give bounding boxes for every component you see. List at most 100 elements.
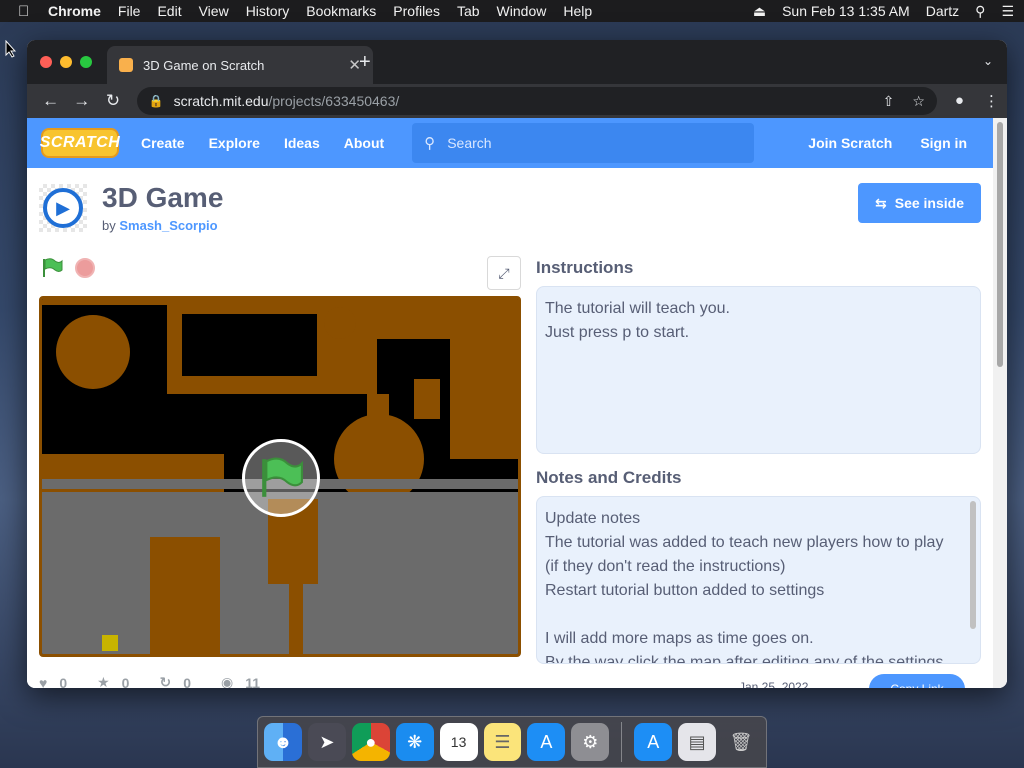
- launchpad-icon[interactable]: ➤: [307, 723, 346, 761]
- green-flag-icon: [262, 457, 303, 497]
- search-input[interactable]: ⚲ Search: [412, 123, 755, 163]
- nav-ideas[interactable]: Ideas: [284, 135, 320, 151]
- notes-heading: Notes and Credits: [536, 468, 682, 487]
- favorite-count: 0: [121, 674, 130, 689]
- eject-icon[interactable]: ⏏: [753, 3, 766, 20]
- nav-create[interactable]: Create: [141, 135, 185, 151]
- calendar-icon[interactable]: 13: [439, 723, 478, 761]
- forward-icon[interactable]: →: [66, 91, 97, 111]
- menu-view[interactable]: View: [199, 3, 229, 19]
- author-link[interactable]: Smash_Scorpio: [119, 218, 217, 233]
- bookmark-star-icon[interactable]: ☆: [912, 93, 925, 110]
- green-flag-icon[interactable]: [41, 258, 63, 278]
- system-preferences-icon[interactable]: ⚙: [571, 723, 610, 761]
- control-center-icon[interactable]: ☰: [1001, 3, 1014, 20]
- instructions-line: The tutorial will teach you.: [545, 300, 730, 317]
- nav-about[interactable]: About: [344, 135, 384, 151]
- project-info: Instructions The tutorial will teach you…: [536, 258, 981, 664]
- fullscreen-icon: ⤢: [498, 264, 510, 281]
- trash-icon[interactable]: 🗑: [722, 723, 760, 761]
- back-icon[interactable]: ←: [35, 91, 66, 111]
- menu-profiles[interactable]: Profiles: [393, 3, 440, 19]
- browser-tab[interactable]: 3D Game on Scratch ✕: [107, 46, 373, 84]
- notes-line: By the way click the map after editing a…: [545, 654, 948, 664]
- search-placeholder: Search: [447, 135, 492, 151]
- dock-separator: [621, 722, 623, 762]
- menu-file[interactable]: File: [118, 3, 141, 19]
- scratch-favicon-icon: [119, 58, 133, 72]
- url-path: /projects/633450463/: [268, 93, 400, 109]
- notes-app-icon[interactable]: ☰: [483, 723, 522, 761]
- notes-box[interactable]: Update notes The tutorial was added to t…: [536, 496, 981, 664]
- scratch-logo[interactable]: SCRATCH: [40, 128, 120, 158]
- chrome-icon[interactable]: ●: [351, 723, 390, 761]
- love-stat[interactable]: ♥ 0: [39, 674, 68, 689]
- macos-menubar:  Chrome File Edit View History Bookmark…: [0, 0, 1024, 22]
- start-overlay-button[interactable]: [242, 439, 320, 517]
- browser-window: 3D Game on Scratch ✕ + ⌄ ← → ↻ 🔒 scratch…: [27, 40, 1007, 688]
- more-menu-icon[interactable]: ⋮: [984, 92, 999, 110]
- reload-icon[interactable]: ↻: [97, 91, 128, 111]
- by-label: by: [102, 218, 116, 233]
- menu-tab[interactable]: Tab: [457, 3, 480, 19]
- close-window-button[interactable]: [40, 56, 52, 68]
- menubar-datetime[interactable]: Sun Feb 13 1:35 AM: [782, 3, 910, 19]
- app-store-download-icon[interactable]: A: [634, 723, 673, 761]
- profile-icon[interactable]: ●: [955, 92, 964, 110]
- stage-block: [367, 394, 389, 419]
- notes-scrollbar[interactable]: [970, 501, 976, 629]
- new-tab-icon[interactable]: +: [359, 51, 371, 74]
- page-scrollbar-thumb[interactable]: [997, 122, 1003, 367]
- mouse-pointer-icon: [5, 40, 17, 58]
- heart-icon: ♥: [39, 674, 48, 689]
- project-header: ▶ 3D Game by Smash_Scorpio ⇆ See inside: [27, 168, 993, 248]
- remix-arrows-icon: ⇆: [875, 194, 887, 211]
- eye-icon: ◉: [221, 674, 234, 688]
- address-bar[interactable]: 🔒 scratch.mit.edu/projects/633450463/ ⇧ …: [136, 87, 937, 115]
- share-icon[interactable]: ⇧: [883, 93, 895, 110]
- page-scrollbar[interactable]: [993, 118, 1007, 688]
- spotlight-search-icon[interactable]: ⚲: [975, 3, 985, 20]
- fullscreen-button[interactable]: ⤢: [487, 256, 521, 290]
- app-store-icon[interactable]: A: [527, 723, 566, 761]
- join-scratch-link[interactable]: Join Scratch: [808, 135, 892, 151]
- author-avatar[interactable]: ▶: [39, 184, 87, 232]
- project-stage[interactable]: [39, 296, 521, 657]
- scratch-navbar: SCRATCH Create Explore Ideas About ⚲ Sea…: [27, 118, 993, 168]
- apple-menu-icon[interactable]: : [18, 3, 34, 20]
- favorite-stat[interactable]: ★ 0: [97, 674, 129, 688]
- macos-dock: ☻ ➤ ● ❋ 13 ☰ A ⚙ A ▤ 🗑: [257, 716, 767, 768]
- project-byline: by Smash_Scorpio: [102, 218, 218, 233]
- notes-line: The tutorial was added to teach new play…: [545, 534, 944, 551]
- star-icon: ★: [97, 674, 110, 688]
- lock-icon[interactable]: 🔒: [149, 94, 164, 108]
- nav-explore[interactable]: Explore: [209, 135, 260, 151]
- finder-icon[interactable]: ☻: [264, 723, 302, 761]
- see-inside-label: See inside: [894, 195, 964, 211]
- safari-icon[interactable]: ❋: [395, 723, 434, 761]
- menu-edit[interactable]: Edit: [157, 3, 181, 19]
- see-inside-button[interactable]: ⇆ See inside: [858, 183, 981, 223]
- instructions-heading: Instructions: [536, 258, 634, 277]
- menu-bookmarks[interactable]: Bookmarks: [306, 3, 376, 19]
- document-icon[interactable]: ▤: [678, 723, 717, 761]
- menu-history[interactable]: History: [246, 3, 290, 19]
- view-count: 11: [245, 674, 261, 689]
- search-icon: ⚲: [424, 135, 436, 152]
- minimize-window-button[interactable]: [60, 56, 72, 68]
- menu-help[interactable]: Help: [563, 3, 592, 19]
- zoom-window-button[interactable]: [80, 56, 92, 68]
- menubar-user[interactable]: Dartz: [926, 3, 959, 19]
- stage-player-block: [102, 635, 118, 651]
- menu-window[interactable]: Window: [497, 3, 547, 19]
- notes-line: (if they don't read the instructions): [545, 558, 786, 575]
- stop-sign-icon[interactable]: [75, 258, 95, 278]
- sign-in-link[interactable]: Sign in: [920, 135, 967, 151]
- stage-circle: [56, 315, 130, 389]
- love-count: 0: [59, 674, 68, 689]
- copy-link-button[interactable]: Copy Link: [869, 674, 965, 688]
- menu-app-name[interactable]: Chrome: [48, 3, 101, 19]
- tab-title: 3D Game on Scratch: [143, 57, 265, 73]
- remix-stat: ↻ 0: [159, 674, 191, 688]
- tab-search-chevron-icon[interactable]: ⌄: [983, 54, 993, 68]
